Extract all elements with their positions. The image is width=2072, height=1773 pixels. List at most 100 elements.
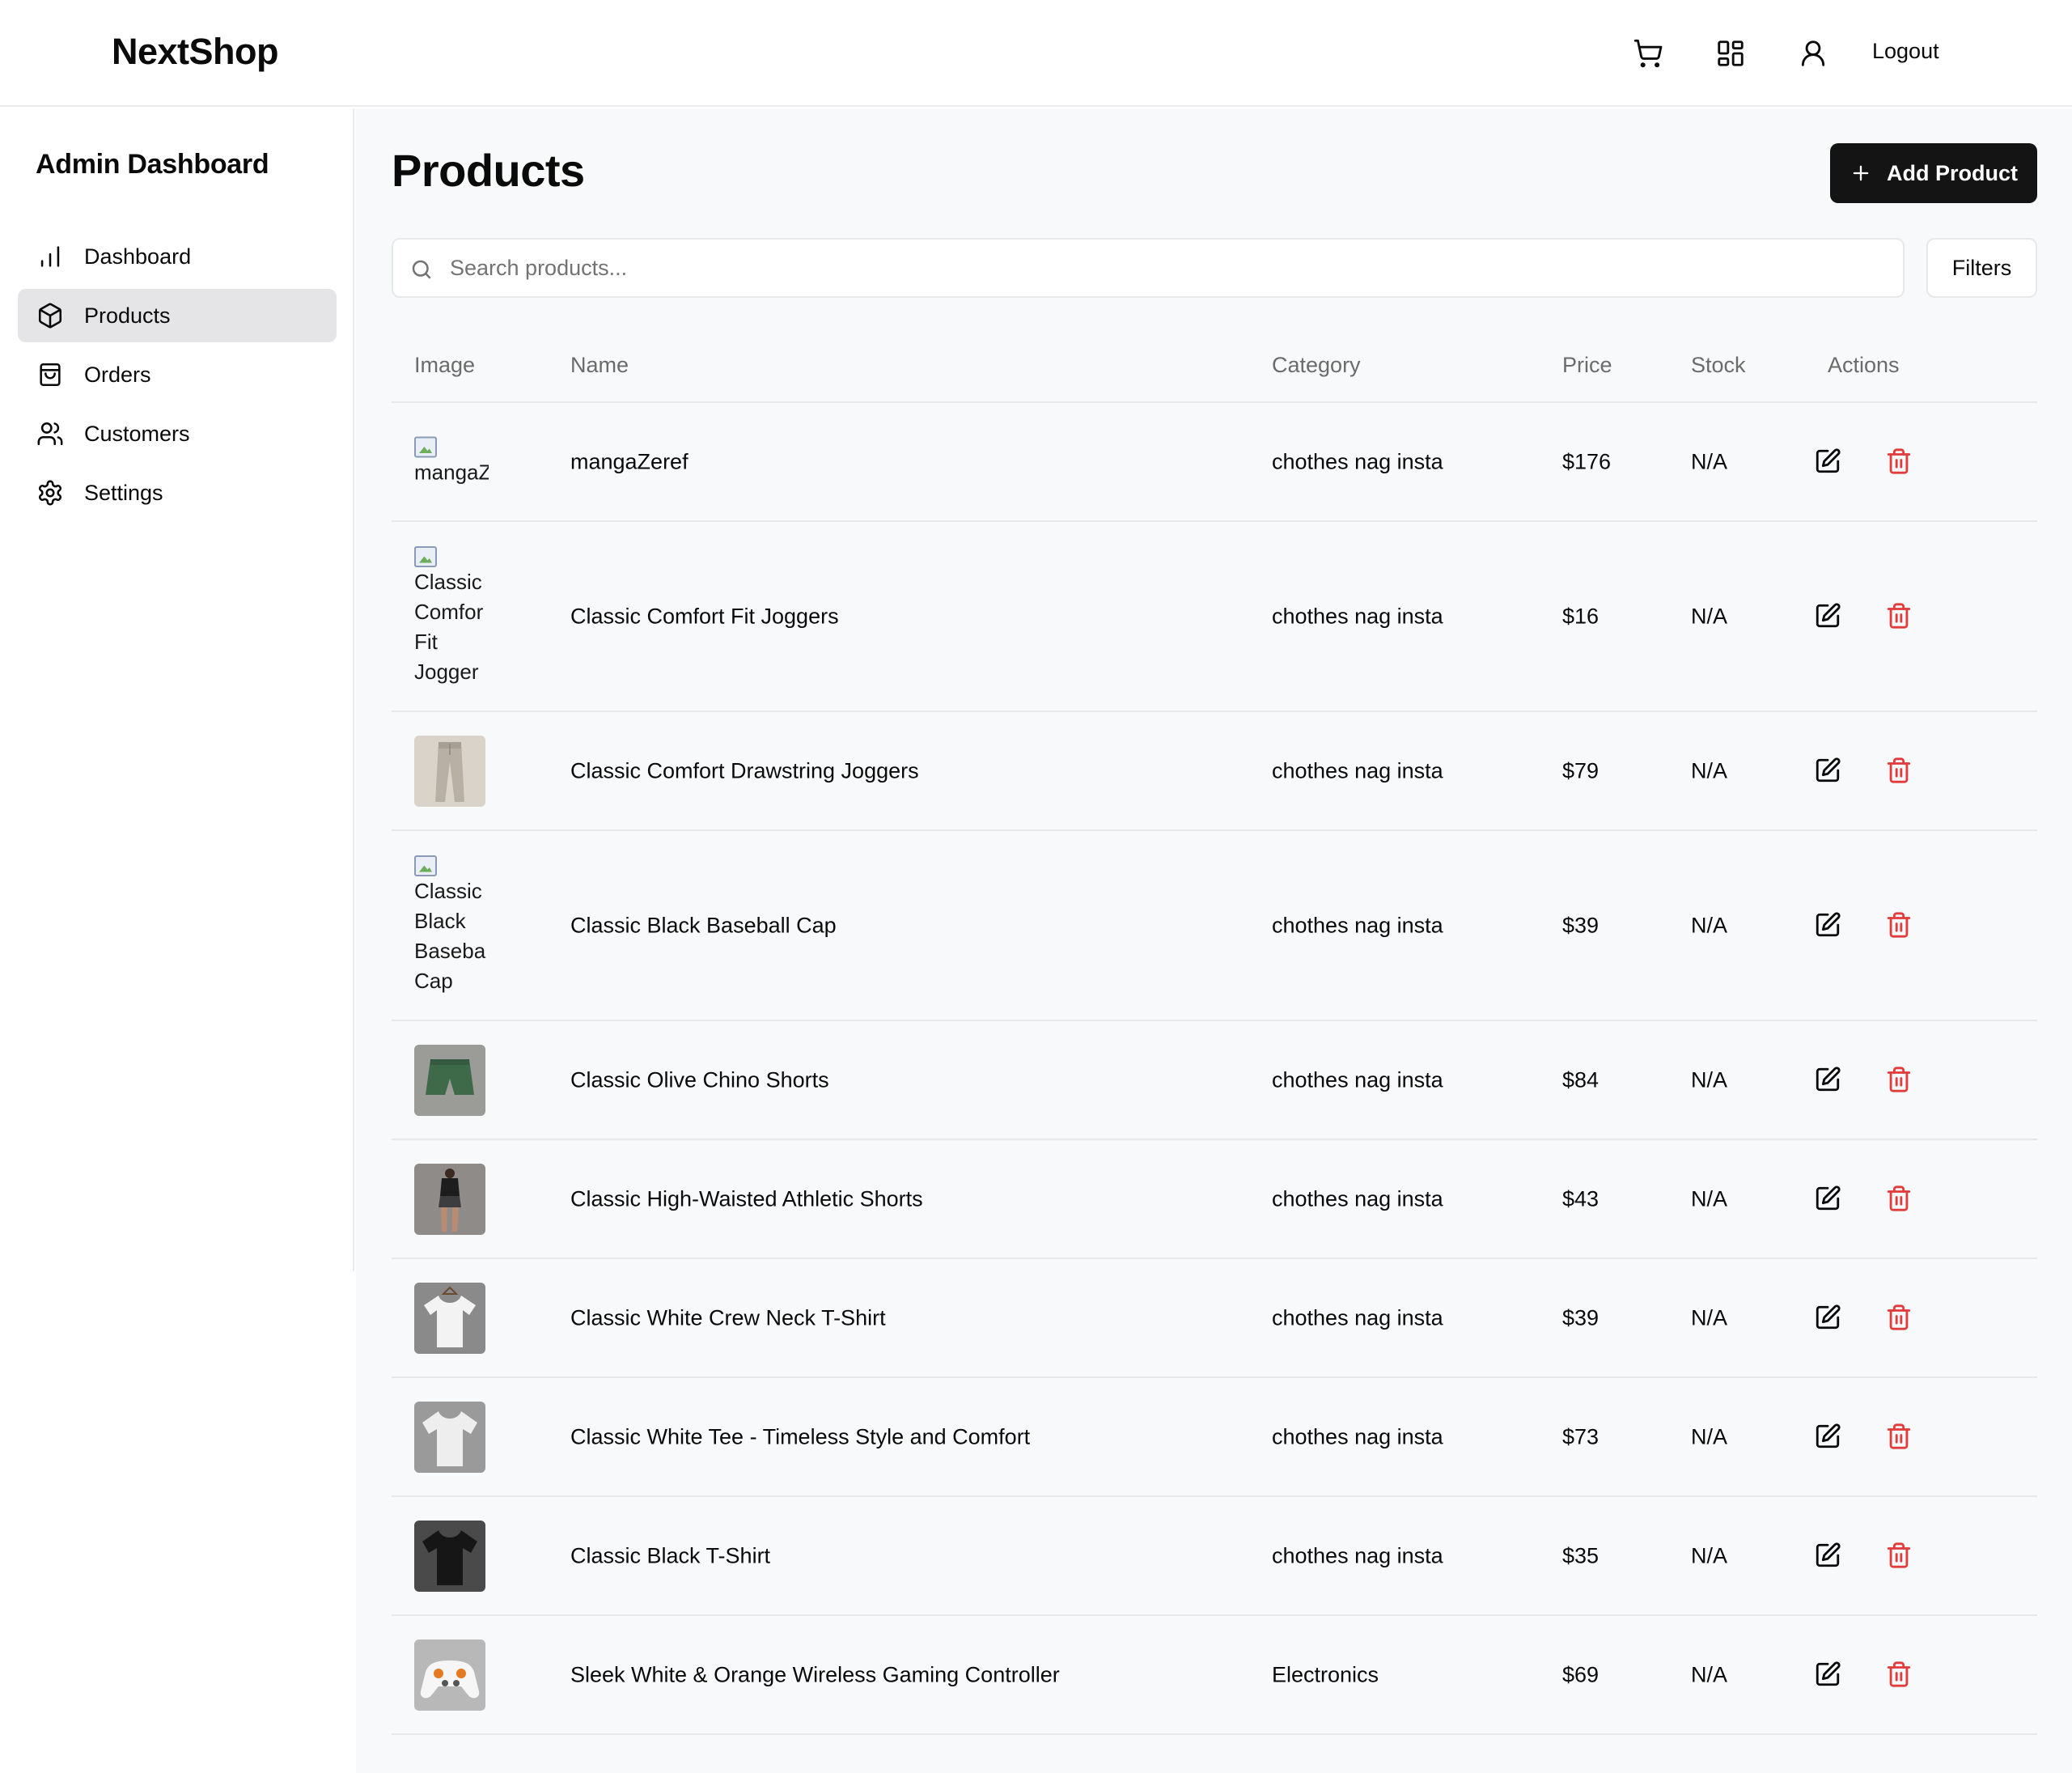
sidebar-title: Admin Dashboard bbox=[36, 149, 269, 180]
product-name: Sleek White & Orange Wireless Gaming Con… bbox=[570, 1662, 1060, 1686]
edit-icon[interactable] bbox=[1814, 757, 1843, 786]
product-stock: N/A bbox=[1691, 1305, 1728, 1330]
product-category: chothes nag insta bbox=[1272, 1543, 1443, 1567]
add-product-button[interactable]: Add Product bbox=[1830, 143, 2037, 203]
edit-icon[interactable] bbox=[1814, 1661, 1843, 1690]
sidebar-item-label: Dashboard bbox=[84, 244, 192, 269]
table-row: Classic Black Baseba Cap Classic Black Ba… bbox=[392, 831, 2037, 1021]
sidebar-item-label: Orders bbox=[84, 362, 151, 387]
product-image-cell bbox=[414, 1639, 485, 1711]
logout-button[interactable]: Logout bbox=[1872, 39, 1939, 64]
edit-icon[interactable] bbox=[1814, 1304, 1843, 1333]
column-header-actions: Actions bbox=[1828, 353, 1900, 377]
sidebar-item-label: Products bbox=[84, 303, 171, 328]
product-name: Classic Olive Chino Shorts bbox=[570, 1067, 829, 1092]
filters-button[interactable]: Filters bbox=[1926, 238, 2037, 298]
shopping-bag-icon bbox=[36, 360, 65, 389]
trash-icon[interactable] bbox=[1885, 1304, 1914, 1333]
broken-image: Classic Black Baseba Cap bbox=[414, 855, 489, 996]
product-image-cell bbox=[414, 1282, 485, 1354]
column-header-stock: Stock bbox=[1691, 353, 1746, 377]
table-body: mangaZ mangaZeref chothes nag insta $176 N/A… bbox=[392, 403, 2037, 1735]
sidebar-item-dashboard[interactable]: Dashboard bbox=[18, 230, 337, 283]
sidebar-item-label: Settings bbox=[84, 480, 163, 505]
package-icon bbox=[36, 301, 65, 330]
trash-icon[interactable] bbox=[1885, 1423, 1914, 1452]
gear-icon bbox=[36, 478, 65, 507]
broken-image: Classic Comfor Fit Jogger bbox=[414, 545, 489, 687]
column-header-image: Image bbox=[414, 353, 476, 377]
bar-chart-icon bbox=[36, 242, 65, 271]
trash-icon[interactable] bbox=[1885, 1542, 1914, 1571]
table-row: Classic High-Waisted Athletic Shorts chot… bbox=[392, 1140, 2037, 1259]
product-stock: N/A bbox=[1691, 1543, 1728, 1567]
product-image-cell: Classic Black Baseba Cap bbox=[414, 855, 485, 996]
edit-icon[interactable] bbox=[1814, 447, 1843, 477]
table-row: Classic Olive Chino Shorts chothes nag in… bbox=[392, 1021, 2037, 1140]
product-price: $84 bbox=[1562, 1067, 1600, 1092]
product-name: mangaZeref bbox=[570, 449, 689, 473]
product-category: chothes nag insta bbox=[1272, 449, 1443, 473]
product-category: chothes nag insta bbox=[1272, 604, 1443, 628]
trash-icon[interactable] bbox=[1885, 1185, 1914, 1214]
product-price: $39 bbox=[1562, 1305, 1600, 1330]
product-image-cell bbox=[414, 1401, 485, 1473]
edit-icon[interactable] bbox=[1814, 1066, 1843, 1095]
edit-icon[interactable] bbox=[1814, 1423, 1843, 1452]
broken-image-icon bbox=[414, 436, 437, 457]
edit-icon[interactable] bbox=[1814, 911, 1843, 940]
product-stock: N/A bbox=[1691, 758, 1728, 783]
product-category: Electronics bbox=[1272, 1662, 1379, 1686]
trash-icon[interactable] bbox=[1885, 447, 1914, 477]
broken-image: mangaZ bbox=[414, 436, 489, 487]
edit-icon[interactable] bbox=[1814, 1185, 1843, 1214]
sidebar-item-products[interactable]: Products bbox=[18, 289, 337, 342]
plus-icon bbox=[1853, 165, 1869, 181]
trash-icon[interactable] bbox=[1885, 757, 1914, 786]
product-image-cell bbox=[414, 1520, 485, 1592]
product-price: $176 bbox=[1562, 449, 1612, 473]
product-category: chothes nag insta bbox=[1272, 1305, 1443, 1330]
trash-icon[interactable] bbox=[1885, 1066, 1914, 1095]
sidebar-item-customers[interactable]: Customers bbox=[18, 407, 337, 460]
sidebar-nav: Dashboard Products Orders Customers Sett… bbox=[18, 230, 337, 525]
product-name: Classic Black T-Shirt bbox=[570, 1543, 771, 1567]
edit-icon[interactable] bbox=[1814, 1542, 1843, 1571]
search-box bbox=[392, 238, 1905, 298]
product-thumbnail bbox=[414, 1044, 485, 1116]
image-alt-text: mangaZ bbox=[414, 460, 489, 484]
top-navbar: NextShop Logout bbox=[0, 0, 2072, 107]
product-image-cell bbox=[414, 1044, 485, 1116]
table-row: Classic Comfor Fit Jogger Classic Comfort… bbox=[392, 522, 2037, 712]
broken-image-icon bbox=[414, 545, 437, 567]
page-title: Products bbox=[392, 145, 585, 196]
trash-icon[interactable] bbox=[1885, 1661, 1914, 1690]
product-name: Classic White Tee - Timeless Style and C… bbox=[570, 1424, 1031, 1449]
trash-icon[interactable] bbox=[1885, 602, 1914, 631]
edit-icon[interactable] bbox=[1814, 602, 1843, 631]
product-stock: N/A bbox=[1691, 449, 1728, 473]
sidebar: Admin Dashboard Dashboard Products Order… bbox=[0, 108, 354, 1271]
image-alt-text: Classic Black Baseba Cap bbox=[414, 878, 486, 993]
product-name: Classic Comfort Fit Joggers bbox=[570, 604, 839, 628]
product-thumbnail bbox=[414, 1282, 485, 1354]
search-icon bbox=[412, 260, 431, 279]
cart-icon[interactable] bbox=[1630, 36, 1666, 71]
trash-icon[interactable] bbox=[1885, 911, 1914, 940]
product-category: chothes nag insta bbox=[1272, 1067, 1443, 1092]
brand-logo[interactable]: NextShop bbox=[112, 31, 279, 73]
sidebar-item-settings[interactable]: Settings bbox=[18, 466, 337, 520]
search-input[interactable] bbox=[450, 240, 1890, 296]
table-header: Image Name Category Price Stock Actions bbox=[392, 329, 2037, 403]
product-image-cell bbox=[414, 735, 485, 807]
product-thumbnail bbox=[414, 735, 485, 807]
image-alt-text: Classic Comfor Fit Jogger bbox=[414, 569, 484, 684]
user-icon[interactable] bbox=[1795, 36, 1831, 71]
column-header-category: Category bbox=[1272, 353, 1361, 377]
product-stock: N/A bbox=[1691, 913, 1728, 937]
table-row: Classic Black T-Shirt chothes nag insta $3… bbox=[392, 1497, 2037, 1616]
dashboard-grid-icon[interactable] bbox=[1713, 36, 1748, 71]
table-row: Sleek White & Orange Wireless Gaming Con… bbox=[392, 1616, 2037, 1735]
sidebar-item-orders[interactable]: Orders bbox=[18, 348, 337, 401]
product-name: Classic Black Baseball Cap bbox=[570, 913, 837, 937]
